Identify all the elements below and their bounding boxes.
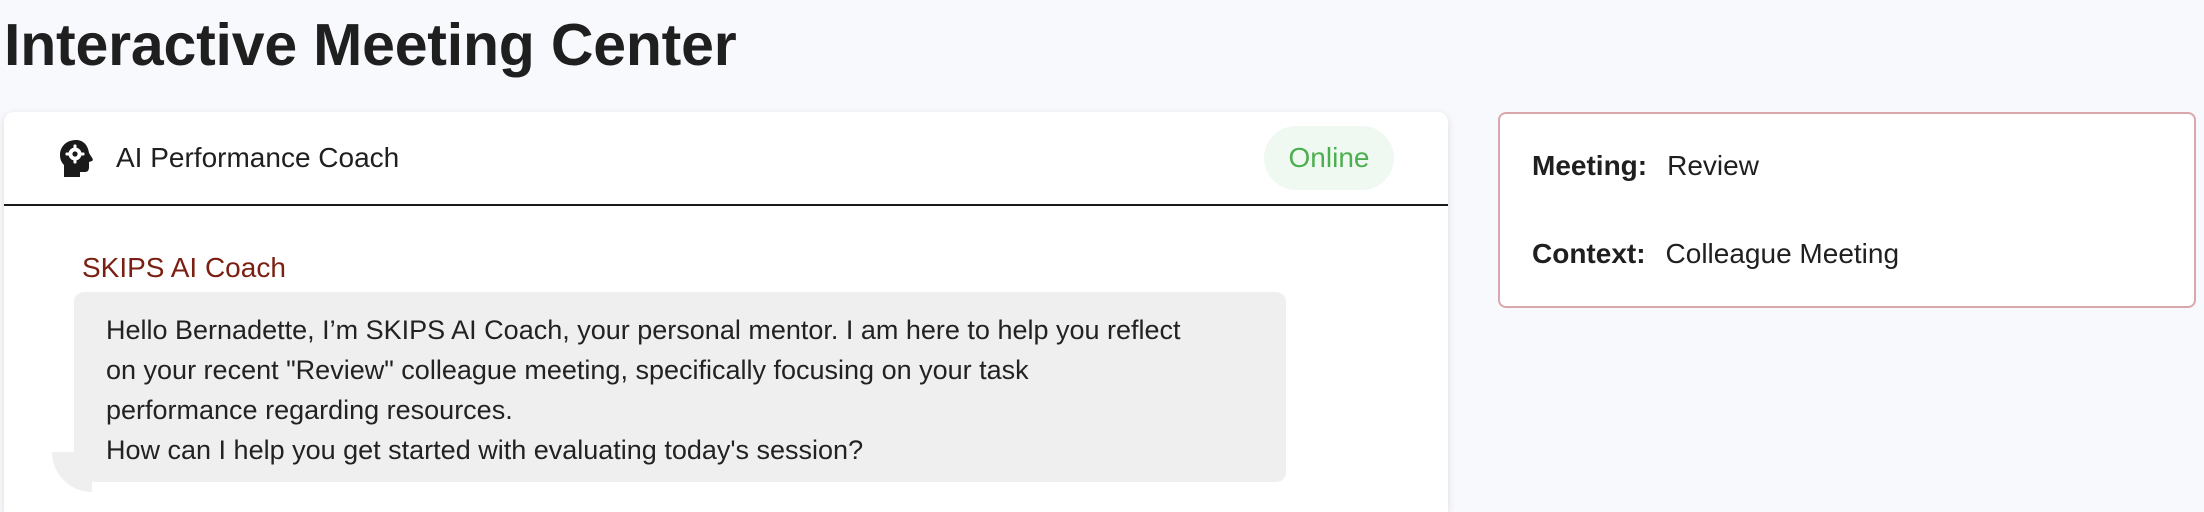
message-line: How can I help you get started with eval… [106, 435, 864, 465]
context-label: Context: [1532, 238, 1646, 269]
context-value: Colleague Meeting [1665, 238, 1900, 269]
message-line: on your recent "Review" colleague meetin… [106, 355, 1029, 385]
head-gear-icon [58, 139, 94, 179]
meeting-info-card: Meeting: Review Context: Colleague Meeting [1498, 112, 2196, 308]
message-line: Hello Bernadette, I’m SKIPS AI Coach, yo… [106, 315, 1181, 345]
page-title: Interactive Meeting Center [4, 12, 737, 78]
message-line: performance regarding resources. [106, 395, 513, 425]
meeting-row: Meeting: Review [1532, 150, 1759, 182]
message-bubble: Hello Bernadette, I’m SKIPS AI Coach, yo… [74, 292, 1286, 482]
coach-name: AI Performance Coach [116, 142, 400, 173]
chat-header: AI Performance Coach Online [4, 112, 1448, 206]
message-sender: SKIPS AI Coach [82, 252, 286, 283]
meeting-value: Review [1667, 150, 1759, 181]
status-badge: Online [1264, 126, 1394, 190]
meeting-label: Meeting: [1532, 150, 1648, 181]
context-row: Context: Colleague Meeting [1532, 238, 1899, 270]
chat-panel: AI Performance Coach Online SKIPS AI Coa… [4, 112, 1448, 512]
